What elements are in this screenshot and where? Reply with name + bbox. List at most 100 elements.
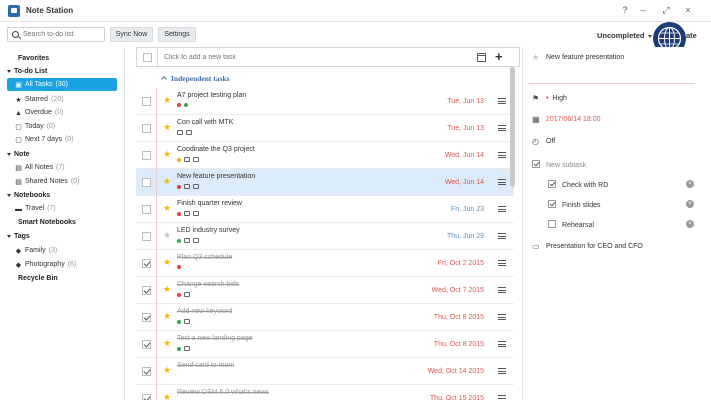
task-checkbox[interactable] bbox=[142, 286, 151, 295]
sidebar-item-family[interactable]: ◆ Family (3) bbox=[15, 244, 57, 257]
calendar-icon[interactable] bbox=[477, 53, 486, 62]
menu-icon[interactable] bbox=[498, 341, 506, 347]
menu-icon[interactable] bbox=[498, 233, 506, 239]
table-row[interactable]: ★ Finish quarter review Fri, Jun 23 bbox=[136, 196, 514, 223]
task-checkbox[interactable] bbox=[142, 259, 151, 268]
star-icon[interactable]: ★ bbox=[163, 393, 171, 400]
close-icon[interactable]: × bbox=[682, 4, 694, 16]
menu-icon[interactable] bbox=[498, 98, 506, 104]
task-checkbox[interactable] bbox=[142, 151, 151, 160]
task-meta bbox=[177, 130, 195, 136]
new-subtask-row[interactable]: New subtask bbox=[532, 160, 586, 169]
star-icon[interactable]: ★ bbox=[163, 96, 171, 105]
table-row[interactable]: ★ LED industry survey Thu, Jun 29 bbox=[136, 223, 514, 250]
star-icon[interactable]: ★ bbox=[163, 258, 171, 267]
subtask-checkbox[interactable] bbox=[548, 180, 556, 188]
due-date-row[interactable]: ▦ 2017/06/14 18:00 bbox=[532, 116, 601, 124]
sidebar-section-tags[interactable]: Tags bbox=[7, 230, 30, 243]
menu-icon[interactable] bbox=[498, 395, 506, 400]
task-checkbox[interactable] bbox=[142, 97, 151, 106]
remove-subtask-icon[interactable]: × bbox=[686, 180, 694, 188]
menu-icon[interactable] bbox=[498, 179, 506, 185]
table-row[interactable]: ★ Change search bids Wed, Oct 7 2015 bbox=[136, 277, 514, 304]
sidebar-item-today[interactable]: ▢ Today (0) bbox=[15, 120, 55, 133]
sidebar-section-note[interactable]: Note bbox=[7, 148, 30, 161]
sidebar-section-todo[interactable]: To-do List bbox=[7, 65, 47, 78]
sidebar-item-all-notes[interactable]: ▤ All Notes (7) bbox=[15, 161, 64, 174]
group-header[interactable]: Independent tasks bbox=[161, 74, 230, 83]
star-icon[interactable]: ★ bbox=[163, 123, 171, 132]
star-icon[interactable]: ★ bbox=[532, 54, 540, 62]
table-row[interactable]: ★ Review DSM 6.0 what's news Thu, Oct 15 2… bbox=[136, 385, 514, 400]
table-row[interactable]: ★ A7 project testing plan Tue, Jun 13 bbox=[136, 88, 514, 115]
menu-icon[interactable] bbox=[498, 368, 506, 374]
sidebar-item-travel[interactable]: ▬ Travel (7) bbox=[15, 202, 56, 215]
task-checkbox[interactable] bbox=[142, 205, 151, 214]
menu-icon[interactable] bbox=[498, 152, 506, 158]
star-icon[interactable]: ★ bbox=[163, 285, 171, 294]
detail-title-row[interactable]: ★ New feature presentation bbox=[532, 54, 624, 62]
remove-subtask-icon[interactable]: × bbox=[686, 200, 694, 208]
reminder-row[interactable]: ◴ Off bbox=[532, 138, 555, 146]
table-row[interactable]: ★ Plan Q3 schedule Fri, Oct 2 2015 bbox=[136, 250, 514, 277]
sidebar-item-overdue[interactable]: ▲ Overdue (0) bbox=[15, 106, 63, 119]
menu-icon[interactable] bbox=[498, 125, 506, 131]
menu-icon[interactable] bbox=[498, 287, 506, 293]
star-icon[interactable]: ★ bbox=[163, 150, 171, 159]
subtask-checkbox[interactable] bbox=[548, 220, 556, 228]
subtask-item[interactable]: Check with RD bbox=[548, 180, 608, 189]
sync-now-button[interactable]: Sync Now bbox=[110, 27, 153, 42]
restore-icon[interactable]: ⤢ bbox=[660, 4, 672, 16]
menu-icon[interactable] bbox=[498, 206, 506, 212]
sidebar-section-notebooks[interactable]: Notebooks bbox=[7, 189, 50, 202]
remove-subtask-icon[interactable]: × bbox=[686, 220, 694, 228]
chat-icon bbox=[184, 211, 190, 216]
subtask-item[interactable]: Rehearsal bbox=[548, 220, 594, 229]
table-row[interactable]: ★ Add new keyword Thu, Oct 8 2015 bbox=[136, 304, 514, 331]
task-due-date: Thu, Oct 8 2015 bbox=[433, 314, 484, 321]
priority-row[interactable]: ⚑ • High bbox=[532, 95, 567, 103]
star-icon[interactable]: ★ bbox=[163, 177, 171, 186]
search-input[interactable] bbox=[23, 29, 103, 40]
minimize-icon[interactable]: – bbox=[637, 4, 649, 16]
task-checkbox[interactable] bbox=[142, 367, 151, 376]
plus-icon[interactable]: + bbox=[495, 49, 503, 64]
task-checkbox[interactable] bbox=[142, 124, 151, 133]
sidebar-favorites[interactable]: Favorites bbox=[18, 52, 49, 65]
star-icon[interactable]: ★ bbox=[163, 339, 171, 348]
table-row[interactable]: ★ Coodinate the Q3 project Wed, Jun 14 bbox=[136, 142, 514, 169]
star-icon[interactable]: ★ bbox=[163, 231, 171, 240]
sidebar-item-starred[interactable]: ★ Starred (20) bbox=[15, 93, 63, 106]
add-task-input[interactable] bbox=[164, 52, 464, 63]
task-checkbox[interactable] bbox=[142, 340, 151, 349]
subtask-item[interactable]: Finish slides bbox=[548, 200, 601, 209]
star-icon[interactable]: ★ bbox=[163, 204, 171, 213]
menu-icon[interactable] bbox=[498, 314, 506, 320]
star-icon[interactable]: ★ bbox=[163, 312, 171, 321]
table-row[interactable]: ★ New feature presentation Wed, Jun 14 bbox=[136, 169, 514, 196]
menu-icon[interactable] bbox=[498, 260, 506, 266]
settings-button[interactable]: Settings bbox=[158, 27, 196, 42]
search-box[interactable] bbox=[7, 27, 105, 42]
sidebar-item-photography[interactable]: ◆ Photography (6) bbox=[15, 258, 76, 271]
help-icon[interactable]: ? bbox=[619, 4, 631, 16]
star-icon[interactable]: ★ bbox=[163, 366, 171, 375]
note-row[interactable]: ▭ Presentation for CEO and CFO bbox=[532, 243, 643, 251]
filter-dropdown[interactable]: Uncompleted bbox=[597, 31, 652, 40]
task-checkbox[interactable] bbox=[142, 232, 151, 241]
sidebar-smart-notebooks[interactable]: Smart Notebooks bbox=[18, 216, 76, 229]
divider bbox=[156, 331, 157, 358]
task-checkbox[interactable] bbox=[142, 313, 151, 322]
scrollbar[interactable] bbox=[510, 67, 515, 187]
sidebar-item-next-7-days[interactable]: ▢ Next 7 days (0) bbox=[15, 133, 73, 146]
select-all-checkbox[interactable] bbox=[143, 53, 152, 62]
sidebar-item-all-tasks[interactable]: ▣ All Tasks (30) bbox=[7, 78, 117, 91]
task-checkbox[interactable] bbox=[142, 394, 151, 400]
sidebar-item-shared-notes[interactable]: ▤ Shared Notes (0) bbox=[15, 175, 79, 188]
task-checkbox[interactable] bbox=[142, 178, 151, 187]
table-row[interactable]: ★ Send card to mom Wed, Oct 14 2015 bbox=[136, 358, 514, 385]
sidebar-recycle-bin[interactable]: Recycle Bin bbox=[18, 272, 58, 285]
table-row[interactable]: ★ Test a new landing page Thu, Oct 8 2015 bbox=[136, 331, 514, 358]
subtask-checkbox[interactable] bbox=[548, 200, 556, 208]
table-row[interactable]: ★ Con call with MTK Tue, Jun 13 bbox=[136, 115, 514, 142]
